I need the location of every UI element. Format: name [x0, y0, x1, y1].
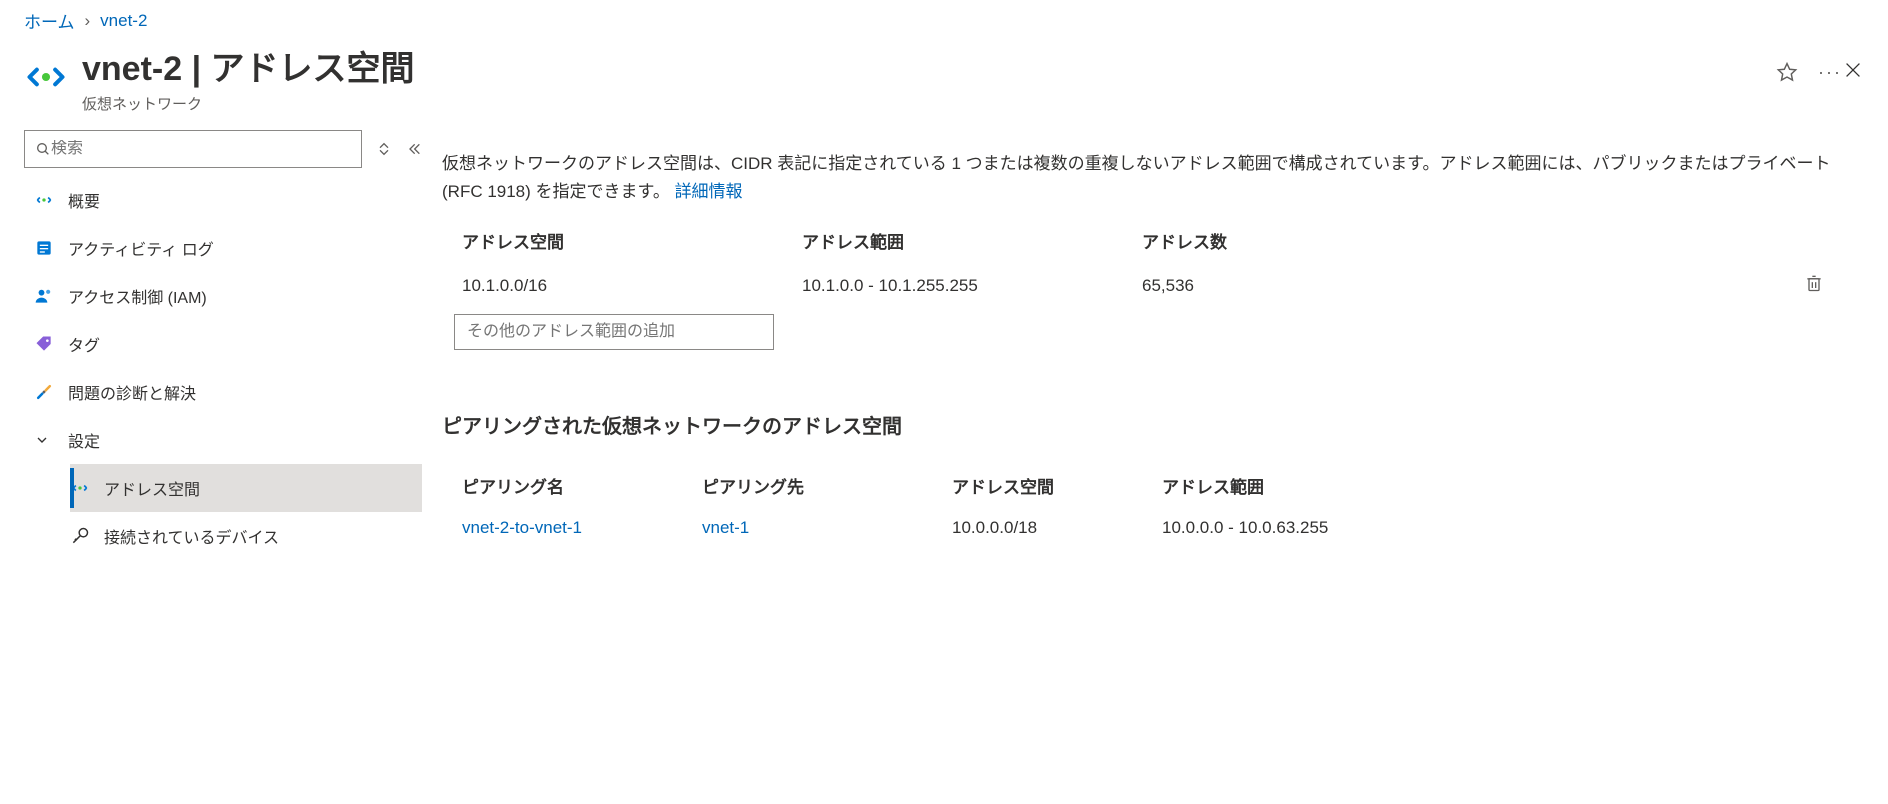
virtual-network-icon	[24, 49, 68, 99]
sidebar-item-label: アクティビティ ログ	[68, 236, 214, 260]
peered-vnet-heading: ピアリングされた仮想ネットワークのアドレス空間	[442, 410, 1844, 439]
access-control-icon	[34, 286, 62, 306]
breadcrumb-home-link[interactable]: ホーム	[24, 8, 75, 33]
table-row: 10.1.0.0/16 10.1.0.0 - 10.1.255.255 65,5…	[442, 263, 1844, 308]
more-actions-icon[interactable]: ···	[1818, 62, 1842, 83]
cell-address-range: 10.1.0.0 - 10.1.255.255	[802, 276, 1142, 296]
col-header-peering-name: ピアリング名	[462, 473, 702, 498]
delete-row-button[interactable]	[1804, 273, 1824, 298]
learn-more-link[interactable]: 詳細情報	[675, 182, 743, 201]
table-header-row: ピアリング名 ピアリング先 アドレス空間 アドレス範囲	[442, 463, 1844, 508]
sidebar-group-settings[interactable]: 設定	[24, 416, 422, 464]
sidebar-search-input[interactable]	[51, 140, 351, 158]
page-title: vnet-2 | アドレス空間	[82, 49, 1752, 89]
sidebar-item-label: タグ	[68, 332, 100, 356]
sidebar-item-diagnose[interactable]: 問題の診断と解決	[24, 368, 422, 416]
sidebar-item-access-control[interactable]: アクセス制御 (IAM)	[24, 272, 422, 320]
virtual-network-small-icon	[70, 478, 98, 498]
breadcrumb: ホーム › vnet-2	[0, 0, 1888, 41]
connected-devices-icon	[70, 526, 98, 546]
sidebar-item-label: 設定	[68, 428, 100, 452]
cell-address-space: 10.1.0.0/16	[462, 276, 802, 296]
diagnose-icon	[34, 382, 62, 402]
table-header-row: アドレス空間 アドレス範囲 アドレス数	[442, 218, 1844, 263]
sidebar-item-activity-log[interactable]: アクティビティ ログ	[24, 224, 422, 272]
tag-icon	[34, 334, 62, 354]
chevron-down-icon	[34, 432, 62, 448]
sidebar-item-label: アドレス空間	[104, 476, 200, 500]
sidebar-item-tags[interactable]: タグ	[24, 320, 422, 368]
col-header-peering-space: アドレス空間	[952, 473, 1162, 498]
add-address-range-input[interactable]	[454, 314, 774, 350]
main-content: 仮想ネットワークのアドレス空間は、CIDR 表記に指定されている 1 つまたは複…	[430, 130, 1888, 568]
table-row: vnet-2-to-vnet-1 vnet-1 10.0.0.0/18 10.0…	[442, 508, 1844, 548]
activity-log-icon	[34, 238, 62, 258]
favorite-star-icon[interactable]	[1776, 61, 1798, 83]
sidebar-item-connected-devices[interactable]: 接続されているデバイス	[70, 512, 422, 560]
peering-table: ピアリング名 ピアリング先 アドレス空間 アドレス範囲 vnet-2-to-vn…	[442, 463, 1844, 548]
sidebar-item-label: 問題の診断と解決	[68, 380, 196, 404]
intro-paragraph: 仮想ネットワークのアドレス空間は、CIDR 表記に指定されている 1 つまたは複…	[442, 150, 1844, 206]
sidebar-item-overview[interactable]: 概要	[24, 176, 422, 224]
chevron-right-icon: ›	[85, 11, 91, 31]
virtual-network-small-icon	[34, 190, 62, 210]
col-header-peering-range: アドレス範囲	[1162, 473, 1824, 498]
sidebar-search-box[interactable]	[24, 130, 362, 168]
search-icon	[35, 141, 51, 157]
intro-text: 仮想ネットワークのアドレス空間は、CIDR 表記に指定されている 1 つまたは複…	[442, 154, 1830, 201]
col-header-range: アドレス範囲	[802, 228, 1142, 253]
col-header-count: アドレス数	[1142, 228, 1774, 253]
sidebar: 概要 アクティビティ ログ アクセス制御 (IAM) タグ 問題の診断と解決	[0, 130, 430, 568]
page-subtitle: 仮想ネットワーク	[82, 93, 1752, 114]
peering-target-link[interactable]: vnet-1	[702, 518, 749, 537]
cell-peering-range: 10.0.0.0 - 10.0.63.255	[1162, 518, 1824, 538]
cell-address-count: 65,536	[1142, 276, 1774, 296]
address-space-table: アドレス空間 アドレス範囲 アドレス数 10.1.0.0/16 10.1.0.0…	[442, 218, 1844, 350]
close-button[interactable]	[1842, 59, 1864, 84]
expand-icon[interactable]	[376, 141, 392, 157]
cell-peering-space: 10.0.0.0/18	[952, 518, 1162, 538]
collapse-sidebar-icon[interactable]	[406, 141, 422, 157]
col-header-space: アドレス空間	[462, 228, 802, 253]
col-header-peering-target: ピアリング先	[702, 473, 952, 498]
sidebar-item-label: 接続されているデバイス	[104, 524, 279, 548]
sidebar-item-label: 概要	[68, 188, 100, 212]
sidebar-item-label: アクセス制御 (IAM)	[68, 284, 207, 308]
breadcrumb-current-link[interactable]: vnet-2	[100, 11, 147, 31]
peering-name-link[interactable]: vnet-2-to-vnet-1	[462, 518, 582, 537]
sidebar-item-address-space[interactable]: アドレス空間	[70, 464, 422, 512]
page-header: vnet-2 | アドレス空間 仮想ネットワーク ···	[0, 41, 1888, 130]
